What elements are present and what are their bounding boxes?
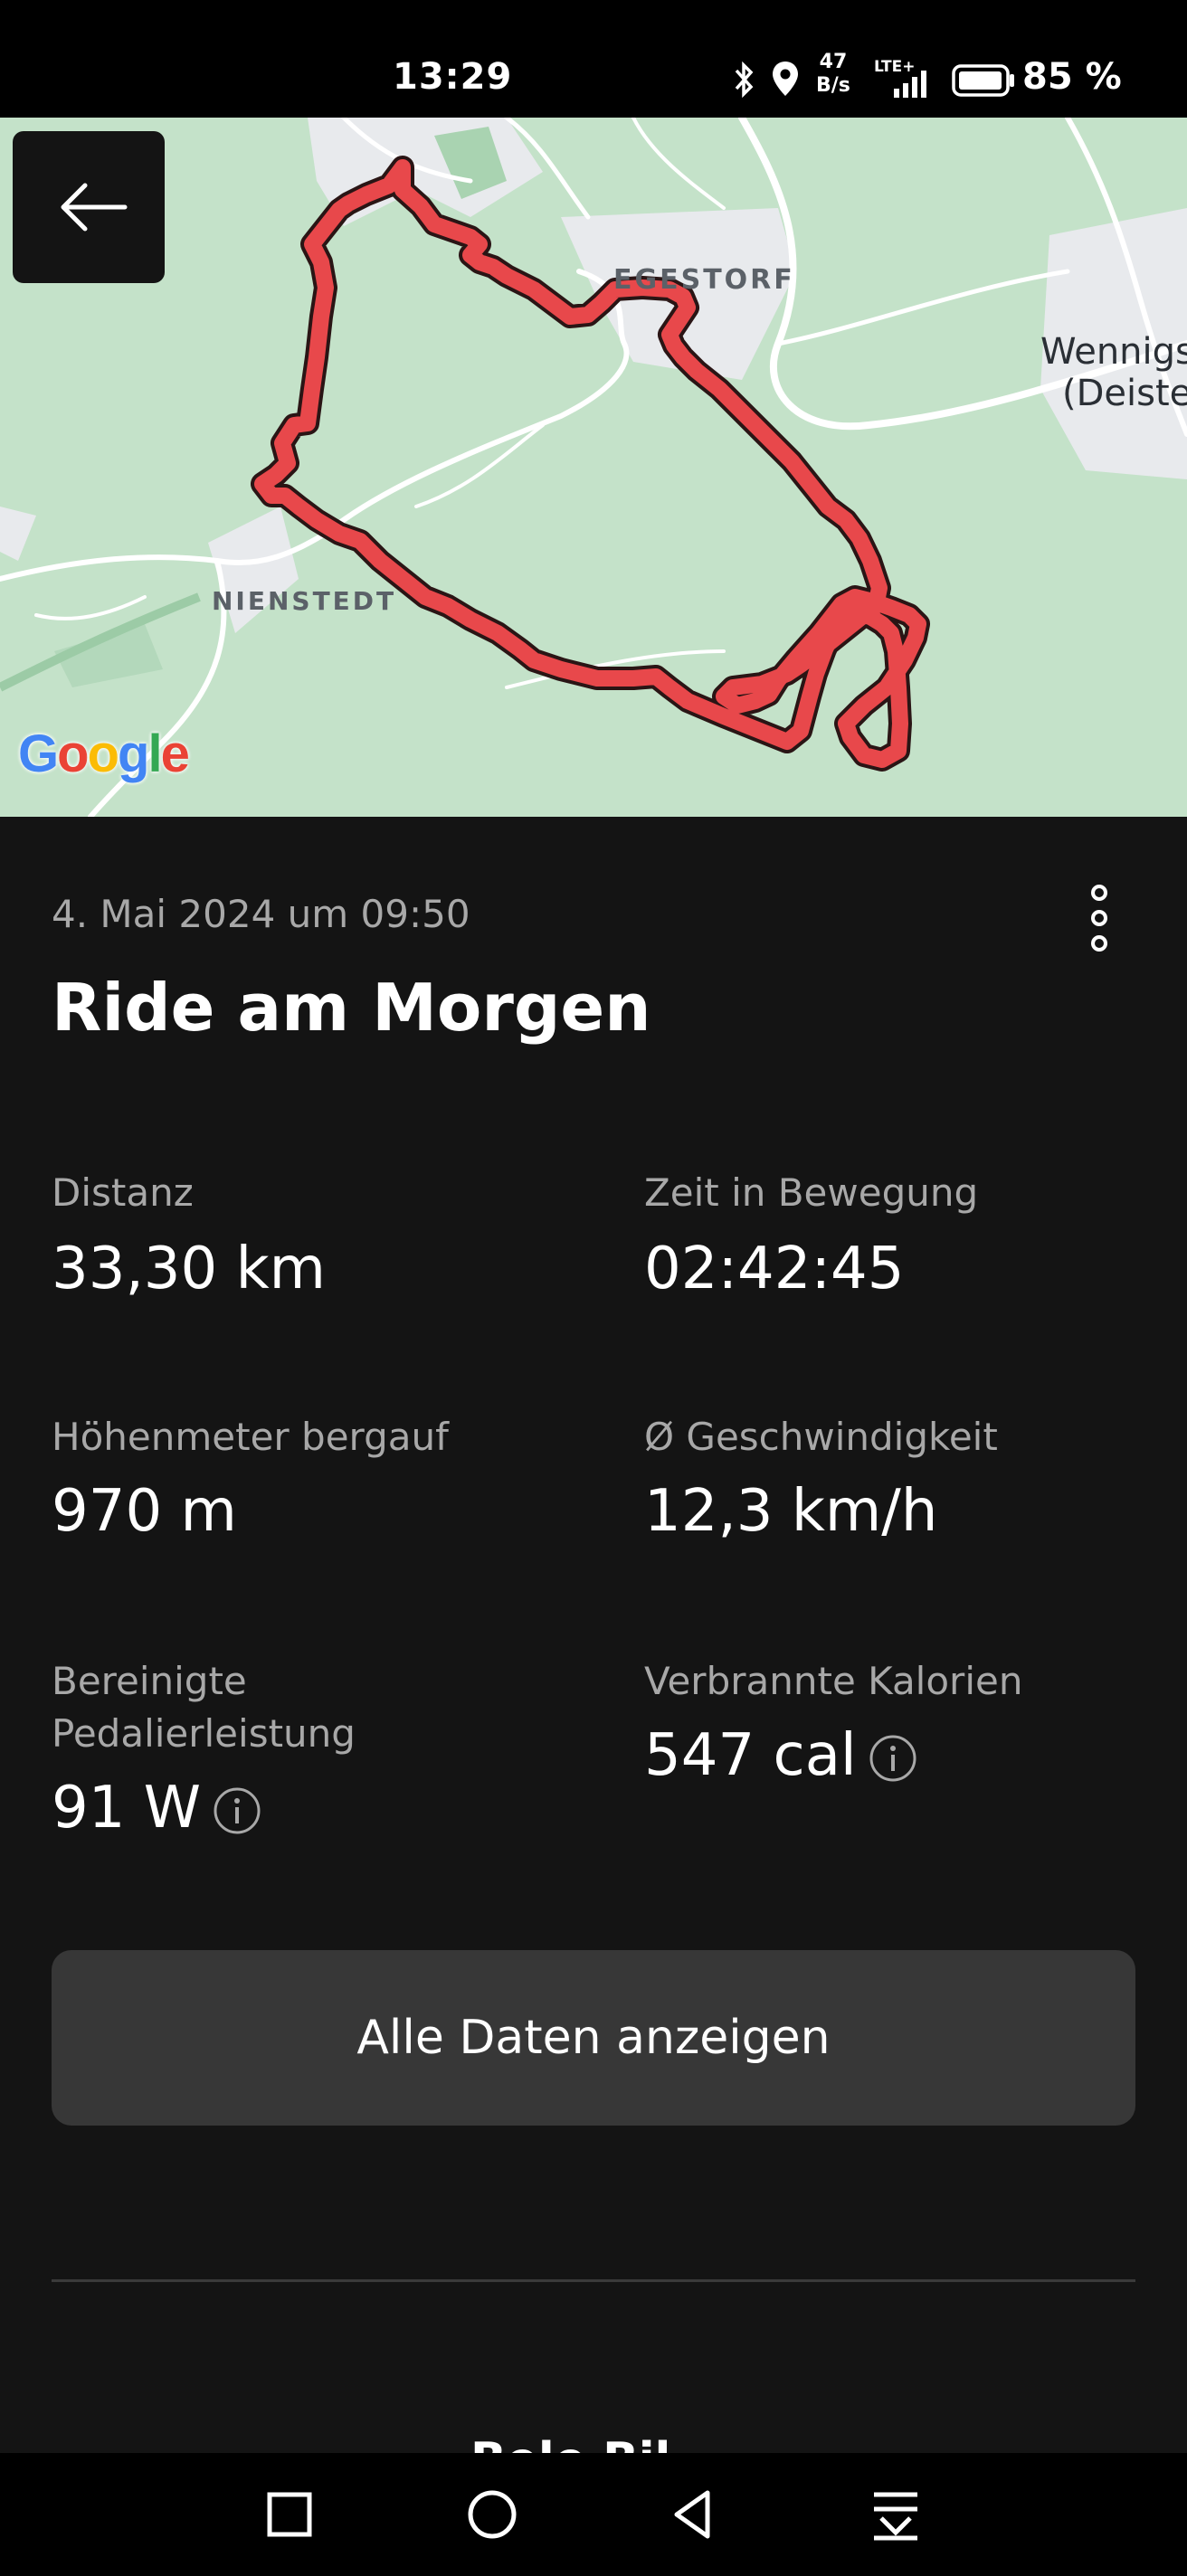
arrow-left-icon [61, 183, 128, 232]
map-label-egestorf: EGESTORF [613, 264, 795, 296]
status-bar: 13:29 47 B/s LTE+ 85 % [0, 0, 1187, 118]
recent-apps-icon[interactable] [262, 2487, 317, 2542]
location-icon [773, 62, 798, 96]
stat-calories: 547 cal [644, 1722, 916, 1789]
battery-percent: 85 % [1022, 56, 1122, 98]
network-speed: 47 B/s [816, 51, 850, 98]
map-label-wennigsen-line2: (Deiste [1062, 373, 1187, 414]
section-divider [52, 2279, 1135, 2282]
battery-icon [952, 64, 1014, 97]
stat-power: 91 W [52, 1775, 261, 1842]
status-time: 13:29 [393, 56, 513, 98]
stat-avg-speed-value: 12,3 km/h [644, 1478, 938, 1545]
info-icon[interactable] [869, 1729, 916, 1782]
notification-drawer-icon[interactable] [869, 2487, 923, 2542]
map-label-nienstedt: NIENSTEDT [212, 586, 397, 616]
home-icon[interactable] [465, 2487, 519, 2542]
info-icon[interactable] [214, 1782, 261, 1834]
stat-power-value: 91 W [52, 1775, 202, 1842]
stat-calories-label: Verbrannte Kalorien [644, 1659, 1023, 1703]
system-nav-bar [0, 2453, 1187, 2576]
more-vertical-icon [1091, 885, 1107, 952]
stat-calories-value: 547 cal [644, 1722, 857, 1789]
show-all-data-button[interactable]: Alle Daten anzeigen [52, 1950, 1135, 2126]
google-logo: Google [18, 724, 190, 783]
signal-icon [894, 71, 926, 98]
stat-elevation-value: 970 m [52, 1478, 237, 1545]
activity-date: 4. Mai 2024 um 09:50 [52, 892, 470, 936]
stat-distance-value: 33,30 km [52, 1236, 326, 1302]
stat-elevation-label: Höhenmeter bergauf [52, 1415, 449, 1459]
stat-moving-time-value: 02:42:45 [644, 1236, 905, 1302]
map-label-wennigsen-line1: Wennigs [1040, 331, 1187, 373]
stat-distance-label: Distanz [52, 1170, 194, 1215]
network-speed-unit: B/s [816, 74, 850, 97]
stat-power-label-line1: Bereinigte [52, 1659, 247, 1703]
bluetooth-icon [735, 62, 754, 98]
stat-avg-speed-label: Ø Geschwindigkeit [644, 1415, 998, 1459]
map-canvas [0, 118, 1187, 817]
stat-power-label-line2: Pedalierleistung [52, 1711, 356, 1756]
network-speed-value: 47 [819, 51, 848, 73]
more-options-button[interactable] [1077, 877, 1122, 959]
back-nav-icon[interactable] [666, 2487, 720, 2542]
stat-power-label: Bereinigte Pedalierleistung [52, 1655, 356, 1760]
back-button[interactable] [13, 131, 165, 283]
map-label-wennigsen: Wennigs (Deiste [1040, 331, 1187, 414]
stat-moving-time-label: Zeit in Bewegung [644, 1170, 979, 1215]
activity-title: Ride am Morgen [52, 970, 651, 1046]
route-map[interactable]: EGESTORF NIENSTEDT Wennigs (Deiste Googl… [0, 118, 1187, 817]
